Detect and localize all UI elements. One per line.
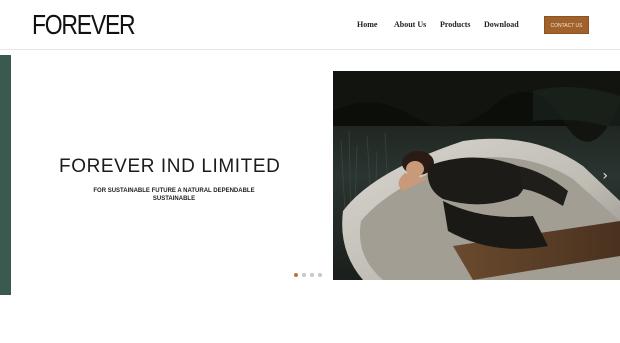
nav-home[interactable]: Home: [357, 18, 377, 32]
contact-us-button[interactable]: contact us: [544, 16, 589, 34]
nav-download[interactable]: Download: [484, 18, 519, 32]
slider-dot-3[interactable]: [310, 273, 314, 277]
nav-about-us[interactable]: About Us: [394, 18, 426, 32]
side-accent-bar: [0, 55, 11, 295]
main-nav: Home About Us Products Download: [0, 18, 620, 32]
hero-title: FOREVER IND LIMITED: [59, 156, 281, 177]
site-header: FOREVER Home About Us Products Download …: [0, 0, 620, 50]
slider-dot-4[interactable]: [318, 273, 322, 277]
nav-products[interactable]: Products: [440, 18, 471, 32]
slider-dot-1[interactable]: [294, 273, 298, 277]
slider-dot-2[interactable]: [302, 273, 306, 277]
hero-subtitle: FOR SUSTAINABLE FUTURE A NATURAL DEPENDA…: [93, 188, 255, 202]
chevron-right-icon[interactable]: ›: [602, 169, 608, 183]
hero-slide-image: ›: [333, 71, 620, 280]
boat-photo-illustration: [333, 71, 620, 280]
